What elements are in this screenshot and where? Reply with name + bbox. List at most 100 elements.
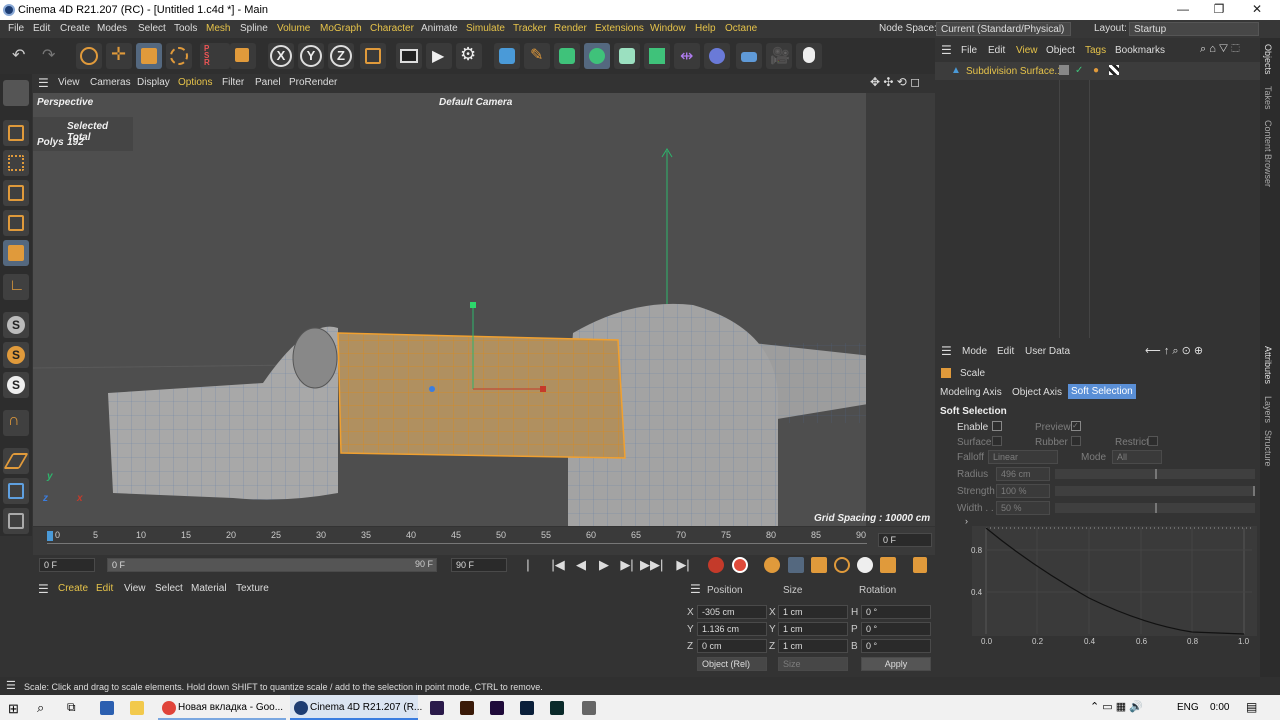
object-name[interactable]: Subdivision Surface.1 (966, 66, 1063, 77)
recent-tools-icon[interactable] (230, 43, 256, 69)
width-field[interactable]: 50 % (996, 501, 1050, 515)
pen-icon[interactable]: ✎ (524, 43, 550, 69)
cube-icon[interactable] (494, 43, 520, 69)
menu-help[interactable]: Help (695, 23, 716, 34)
tab-takes[interactable]: Takes (1263, 86, 1273, 110)
menu-modes[interactable]: Modes (97, 23, 127, 34)
move-icon[interactable]: ✛ (106, 43, 132, 69)
mat-menu-select[interactable]: Select (155, 583, 183, 594)
render-view-icon[interactable] (396, 43, 422, 69)
pos-x-field[interactable]: -305 cm (697, 605, 767, 619)
make-editable-icon[interactable] (3, 80, 29, 106)
windows-start-icon[interactable]: ⊞ (8, 701, 19, 717)
x-axis-lock-icon[interactable]: X (268, 43, 294, 69)
quantize-icon[interactable]: S (3, 372, 29, 398)
obj-menu-file[interactable]: File (961, 45, 977, 56)
menu-extensions[interactable]: Extensions (595, 23, 644, 34)
rubber-checkbox[interactable] (1071, 436, 1081, 446)
maximize-button[interactable]: ❐ (1202, 2, 1236, 18)
texture-mode-icon[interactable] (3, 150, 29, 176)
apply-button[interactable]: Apply (861, 657, 931, 671)
deformer-icon[interactable] (644, 43, 670, 69)
menu-render[interactable]: Render (554, 23, 587, 34)
back-arrow-icon[interactable]: ⟵ ↑ ⌕ ⊙ ⊕ (1145, 344, 1203, 358)
attr-menu-mode[interactable]: Mode (962, 346, 987, 357)
layout-dropdown[interactable]: Startup (1129, 22, 1259, 36)
obj-menu-tags[interactable]: Tags (1085, 45, 1106, 56)
illustrator-icon[interactable] (460, 701, 474, 715)
coordinate-system-icon[interactable] (360, 43, 386, 69)
viewport-perspective[interactable]: Perspective Default Camera Selected Tota… (33, 93, 935, 526)
snap-icon[interactable]: S (3, 312, 29, 338)
falloff-dropdown[interactable]: Linear (988, 450, 1058, 464)
menu-volume[interactable]: Volume (277, 23, 310, 34)
hamburger-icon[interactable]: ☰ (941, 344, 952, 358)
vp-menu-cameras[interactable]: Cameras (90, 77, 131, 88)
file-explorer-icon[interactable] (130, 701, 144, 715)
menu-octane[interactable]: Octane (725, 23, 757, 34)
photoshop-icon[interactable] (520, 701, 534, 715)
size-y-field[interactable]: 1 cm (778, 622, 848, 636)
prev-frame-button[interactable]: ◀ (571, 556, 591, 574)
taskbar-chrome-item[interactable]: Новая вкладка - Goo... (158, 695, 286, 720)
size-z-field[interactable]: 1 cm (778, 639, 848, 653)
close-button[interactable]: ✕ (1240, 2, 1274, 18)
prev-key-button[interactable]: |◀ (548, 556, 568, 574)
coord-mode-dropdown[interactable]: Object (Rel) (697, 657, 767, 671)
snap-settings-icon[interactable]: S (3, 342, 29, 368)
mat-menu-create[interactable]: Create (58, 583, 88, 594)
mat-menu-view[interactable]: View (124, 583, 146, 594)
tab-objects[interactable]: Objects (1263, 44, 1273, 75)
tab-object-axis[interactable]: Object Axis (1012, 387, 1062, 398)
enable-checkbox[interactable] (992, 421, 1002, 431)
menu-file[interactable]: File (8, 23, 24, 34)
menu-character[interactable]: Character (370, 23, 414, 34)
model-mode-icon[interactable] (3, 120, 29, 146)
start-frame-field[interactable]: 0 F (39, 558, 95, 572)
end-frame-field[interactable]: 90 F (451, 558, 507, 572)
menu-tools[interactable]: Tools (174, 23, 197, 34)
autokey-icon[interactable] (732, 557, 748, 573)
next-key-button[interactable]: ▶▶| (640, 556, 663, 574)
redo-icon[interactable]: ↷ (38, 43, 64, 69)
clock[interactable]: 0:00 (1210, 702, 1229, 713)
rot-b-field[interactable]: 0 ° (861, 639, 931, 653)
subdivision-surface-icon[interactable] (554, 43, 580, 69)
vp-menu-display[interactable]: Display (137, 77, 170, 88)
camera-icon[interactable]: 🎥 (766, 43, 792, 69)
premiere-icon[interactable] (490, 701, 504, 715)
array-icon[interactable] (584, 43, 610, 69)
surface-checkbox[interactable] (992, 436, 1002, 446)
menu-tracker[interactable]: Tracker (513, 23, 547, 34)
hamburger-icon[interactable]: ☰ (941, 43, 952, 57)
mat-menu-edit[interactable]: Edit (96, 583, 113, 594)
render-settings-icon[interactable]: ⚙ (456, 43, 482, 69)
menu-create[interactable]: Create (60, 23, 90, 34)
hamburger-icon[interactable]: ☰ (690, 582, 701, 596)
render-picture-viewer-icon[interactable]: ▶ (426, 43, 452, 69)
goto-start-button[interactable]: |◀◀ (518, 556, 538, 590)
polygon-mode-icon[interactable] (3, 240, 29, 266)
key-rotation-icon[interactable] (834, 557, 850, 573)
rotate-icon[interactable] (166, 43, 192, 69)
vp-menu-prorender[interactable]: ProRender (289, 77, 337, 88)
timeline-window-icon[interactable] (913, 557, 927, 573)
mode-dropdown[interactable]: All (1112, 450, 1162, 464)
radius-field[interactable]: 496 cm (996, 467, 1050, 481)
pos-z-field[interactable]: 0 cm (697, 639, 767, 653)
scale-icon[interactable] (136, 43, 162, 69)
deform-icon[interactable] (704, 43, 730, 69)
tab-content-browser[interactable]: Content Browser (1263, 120, 1273, 187)
search-icon[interactable]: ⌕ (37, 700, 44, 716)
menu-spline[interactable]: Spline (240, 23, 268, 34)
tab-structure[interactable]: Structure (1263, 430, 1273, 467)
record-icon[interactable] (708, 557, 724, 573)
language-indicator[interactable]: ENG (1177, 702, 1199, 713)
vp-menu-panel[interactable]: Panel (255, 77, 281, 88)
after-effects-icon[interactable] (430, 701, 444, 715)
key-pla-icon[interactable] (880, 557, 896, 573)
strength-field[interactable]: 100 % (996, 484, 1050, 498)
hamburger-icon[interactable]: ☰ (6, 679, 16, 692)
menu-edit[interactable]: Edit (33, 23, 50, 34)
strength-slider[interactable] (1055, 486, 1255, 496)
